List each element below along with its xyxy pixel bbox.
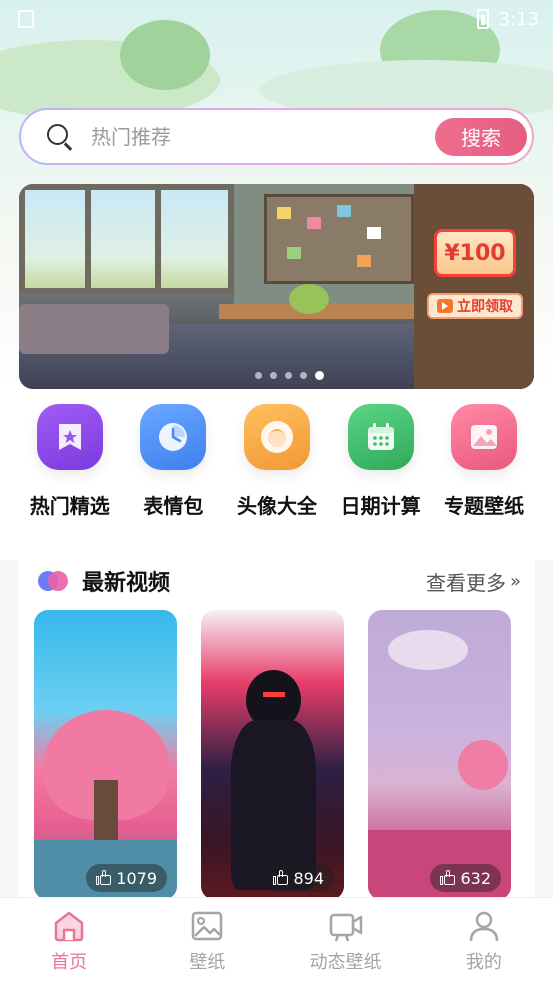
- like-count-badge: 894: [263, 864, 334, 892]
- tab-label: 我的: [465, 951, 502, 973]
- sim-icon: [18, 10, 34, 28]
- tab-home[interactable]: 首页: [9, 908, 129, 974]
- quick-action-stickers[interactable]: 表情包: [122, 404, 226, 524]
- tab-profile[interactable]: 我的: [424, 908, 544, 974]
- like-count-badge: 632: [430, 864, 501, 892]
- star-bookmark-icon: [36, 404, 103, 470]
- thumbs-up-icon: [96, 870, 112, 886]
- section-badge-icon: [36, 569, 68, 593]
- coupon-claim-label: 立即领取: [457, 299, 513, 315]
- quick-actions: 热门精选 表情包 头像大全 日期计算 专题壁纸: [18, 404, 536, 524]
- latest-videos-section: 最新视频 查看更多 » 1079 894 632: [18, 548, 535, 908]
- tab-label: 动态壁纸: [309, 951, 382, 973]
- banner-pagination: [255, 371, 324, 380]
- video-thumbnail[interactable]: 632: [368, 610, 511, 900]
- calendar-icon: [347, 404, 414, 470]
- tab-label: 首页: [51, 951, 88, 973]
- video-icon: [328, 908, 364, 944]
- banner-dot[interactable]: [255, 372, 262, 379]
- banner-window-illustration: [19, 184, 234, 294]
- thumbs-up-icon: [273, 870, 289, 886]
- like-count: 894: [293, 868, 324, 888]
- image-icon: [189, 908, 225, 944]
- quick-action-avatars[interactable]: 头像大全: [225, 404, 329, 524]
- banner-bed-illustration: [19, 304, 169, 354]
- like-count: 632: [460, 868, 491, 888]
- coupon-widget[interactable]: ¥100 立即领取: [427, 229, 523, 327]
- quick-action-hot-picks[interactable]: 热门精选: [18, 404, 122, 524]
- user-icon: [466, 908, 502, 944]
- banner-dot[interactable]: [300, 372, 307, 379]
- battery-icon: [476, 9, 489, 29]
- pie-chart-icon: [140, 404, 207, 470]
- search-input[interactable]: [91, 124, 435, 149]
- quick-action-label: 日期计算: [340, 494, 421, 518]
- video-thumbnail[interactable]: 894: [201, 610, 344, 900]
- banner-dot-active[interactable]: [315, 371, 324, 380]
- banner-chair-illustration: [289, 284, 329, 314]
- play-icon: [437, 299, 453, 313]
- thumbs-up-icon: [440, 870, 456, 886]
- tab-live-wallpaper[interactable]: 动态壁纸: [286, 908, 406, 974]
- search-bar: 搜索: [19, 108, 534, 165]
- status-bar: 3:13: [0, 0, 553, 38]
- quick-action-theme-wallpapers[interactable]: 专题壁纸: [432, 404, 536, 524]
- search-button[interactable]: 搜索: [435, 117, 527, 156]
- promo-banner[interactable]: ¥100 立即领取: [19, 184, 534, 389]
- like-count-badge: 1079: [86, 864, 167, 892]
- coupon-claim-button[interactable]: 立即领取: [427, 293, 523, 319]
- home-icon: [51, 908, 87, 944]
- banner-dot[interactable]: [270, 372, 277, 379]
- banner-corkboard-illustration: [264, 194, 414, 284]
- quick-action-date-calc[interactable]: 日期计算: [329, 404, 433, 524]
- status-time: 3:13: [498, 8, 539, 30]
- bottom-tab-bar: 首页 壁纸 动态壁纸 我的: [0, 897, 553, 983]
- latest-videos-header: 最新视频 查看更多 »: [36, 566, 521, 596]
- quick-action-label: 头像大全: [236, 494, 317, 518]
- quick-action-label: 表情包: [143, 494, 204, 518]
- banner-dot[interactable]: [285, 372, 292, 379]
- section-title: 最新视频: [82, 571, 171, 596]
- view-more-link[interactable]: 查看更多 »: [426, 567, 521, 596]
- tab-label: 壁纸: [189, 951, 226, 973]
- double-chevron-right-icon: »: [509, 570, 521, 592]
- picture-icon: [451, 404, 518, 470]
- view-more-label: 查看更多: [425, 570, 506, 595]
- avatar-icon: [243, 404, 310, 470]
- like-count: 1079: [116, 868, 157, 888]
- quick-action-label: 热门精选: [29, 494, 110, 518]
- coupon-amount: ¥100: [434, 229, 516, 277]
- quick-action-label: 专题壁纸: [444, 494, 525, 518]
- tab-wallpaper[interactable]: 壁纸: [147, 908, 267, 974]
- search-icon: [47, 123, 73, 150]
- video-thumbnail[interactable]: 1079: [34, 610, 177, 900]
